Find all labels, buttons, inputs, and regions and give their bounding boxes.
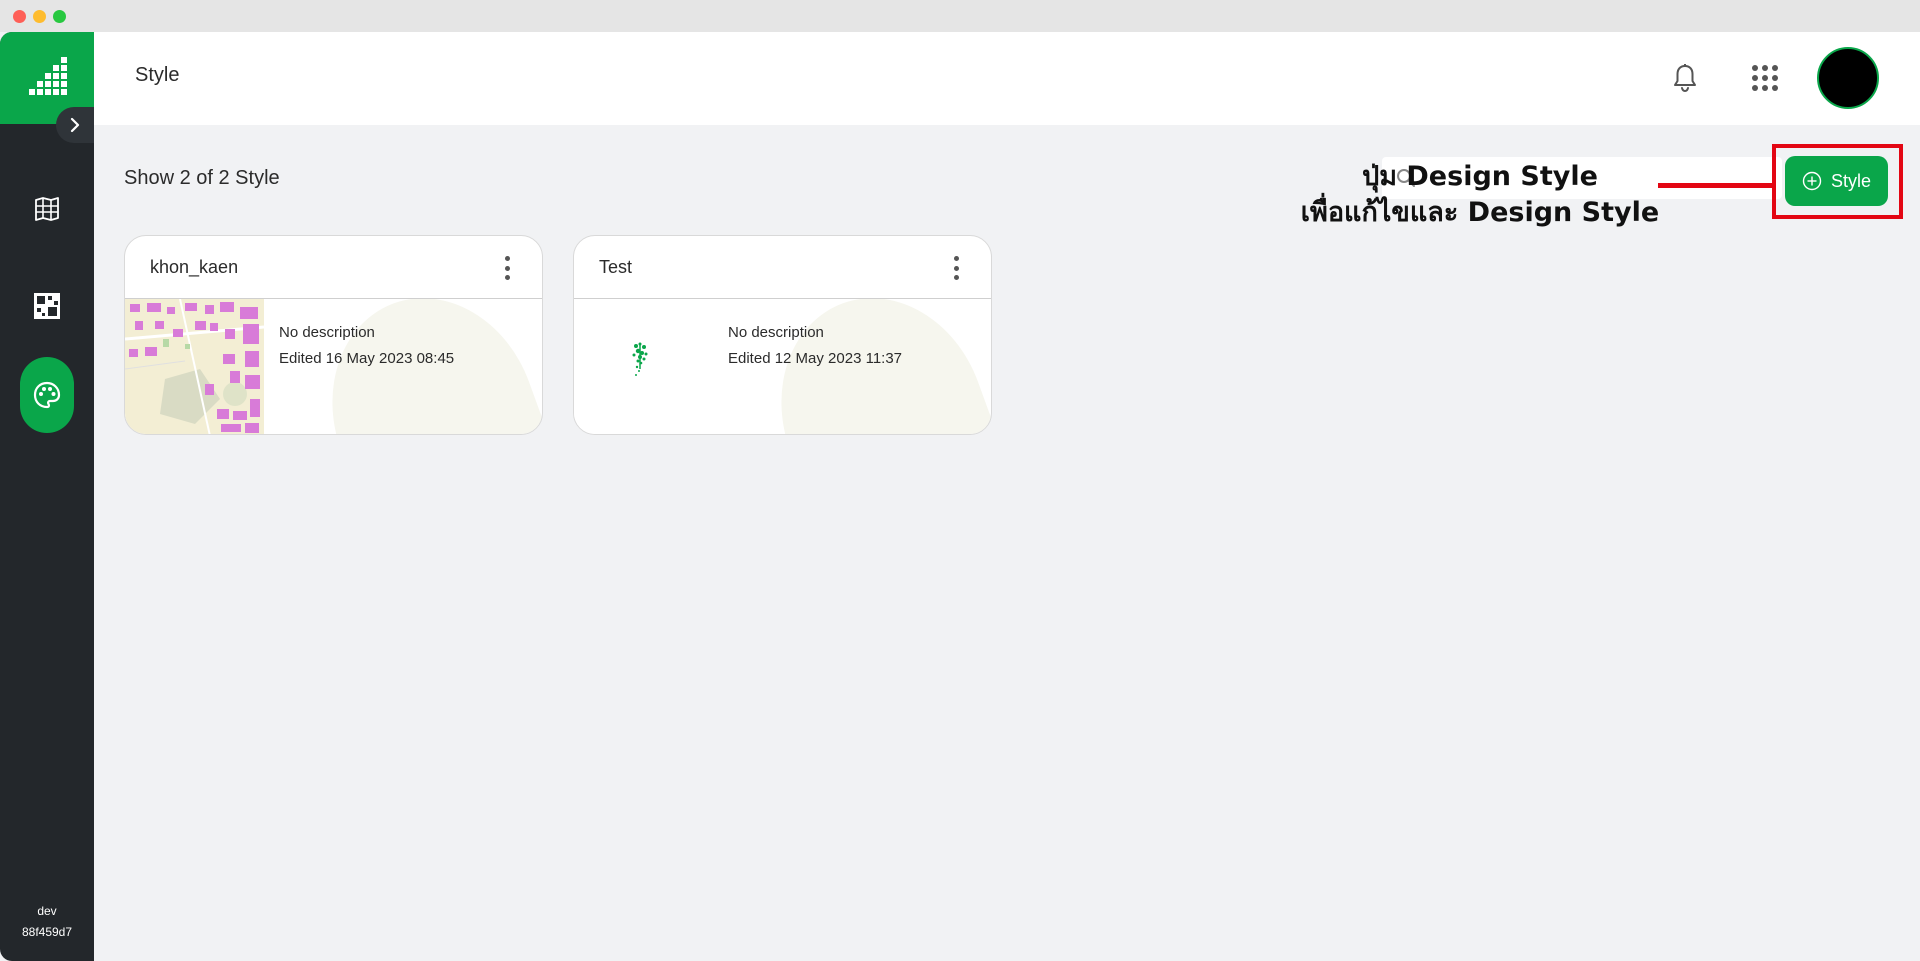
card-thumbnail-map: [125, 299, 264, 434]
palette-icon: [33, 381, 61, 409]
more-options-icon[interactable]: [502, 256, 512, 280]
card-edited-date: Edited 16 May 2023 08:45: [279, 350, 455, 367]
version-hash: 88f459d7: [21, 925, 73, 939]
grid-layout-icon: [34, 293, 60, 319]
card-thumbnail-map: [574, 299, 713, 434]
card-description: No description Edited 12 May 2023 11:37: [728, 320, 902, 372]
app-window: dev 88f459d7 Style Show 2 of 2 Style ปุ่…: [0, 32, 1920, 961]
annotation-pointer-line: [1658, 183, 1772, 188]
callout-line-1: ปุ่ม Design Style: [1362, 161, 1598, 192]
plus-circle-icon: [1802, 171, 1822, 191]
sidebar-expand-button[interactable]: [56, 107, 94, 143]
style-count-text: Show 2 of 2 Style: [124, 167, 280, 189]
apps-menu-button[interactable]: [1749, 62, 1781, 94]
maximize-window-button[interactable]: [53, 10, 66, 23]
map-grid-icon: [35, 197, 59, 221]
style-card-test[interactable]: Test No description Edited 12 May 2023 1…: [573, 235, 992, 435]
version-label: dev: [37, 904, 57, 918]
sidebar-item-dashboard[interactable]: [20, 279, 74, 333]
top-header: Style: [94, 32, 1920, 125]
card-header: khon_kaen: [125, 236, 542, 299]
callout-line-2: เพื่อแก้ไขและ Design Style: [1300, 197, 1660, 228]
minimize-window-button[interactable]: [33, 10, 46, 23]
card-title: khon_kaen: [150, 257, 239, 277]
user-avatar[interactable]: [1817, 47, 1879, 109]
more-options-icon[interactable]: [951, 256, 961, 280]
apps-grid-icon: [1752, 65, 1778, 91]
page-title: Style: [135, 64, 180, 86]
add-style-button[interactable]: Style: [1785, 156, 1888, 206]
sidebar: dev 88f459d7: [0, 32, 94, 961]
card-description: No description Edited 16 May 2023 08:45: [279, 320, 454, 372]
card-title: Test: [599, 257, 633, 277]
signal-bars-logo-icon: [29, 57, 67, 95]
card-edited-date: Edited 12 May 2023 11:37: [728, 350, 903, 367]
add-style-button-label: Style: [1830, 170, 1872, 191]
app-version: dev 88f459d7: [0, 901, 94, 943]
card-description-text: No description: [728, 324, 824, 341]
style-card-khon-kaen[interactable]: khon_kaen No description Edited 16 May 2…: [124, 235, 543, 435]
chevron-right-icon: [70, 117, 80, 133]
sidebar-item-style[interactable]: [20, 357, 74, 433]
card-description-text: No description: [279, 324, 375, 341]
card-header: Test: [574, 236, 991, 299]
sidebar-item-map[interactable]: [20, 182, 74, 236]
close-window-button[interactable]: [13, 10, 26, 23]
annotation-callout-text: ปุ่ม Design Style เพื่อแก้ไขและ Design S…: [1290, 159, 1670, 231]
notifications-button[interactable]: [1669, 62, 1701, 94]
window-titlebar: [0, 0, 1920, 32]
bell-icon: [1674, 64, 1696, 93]
